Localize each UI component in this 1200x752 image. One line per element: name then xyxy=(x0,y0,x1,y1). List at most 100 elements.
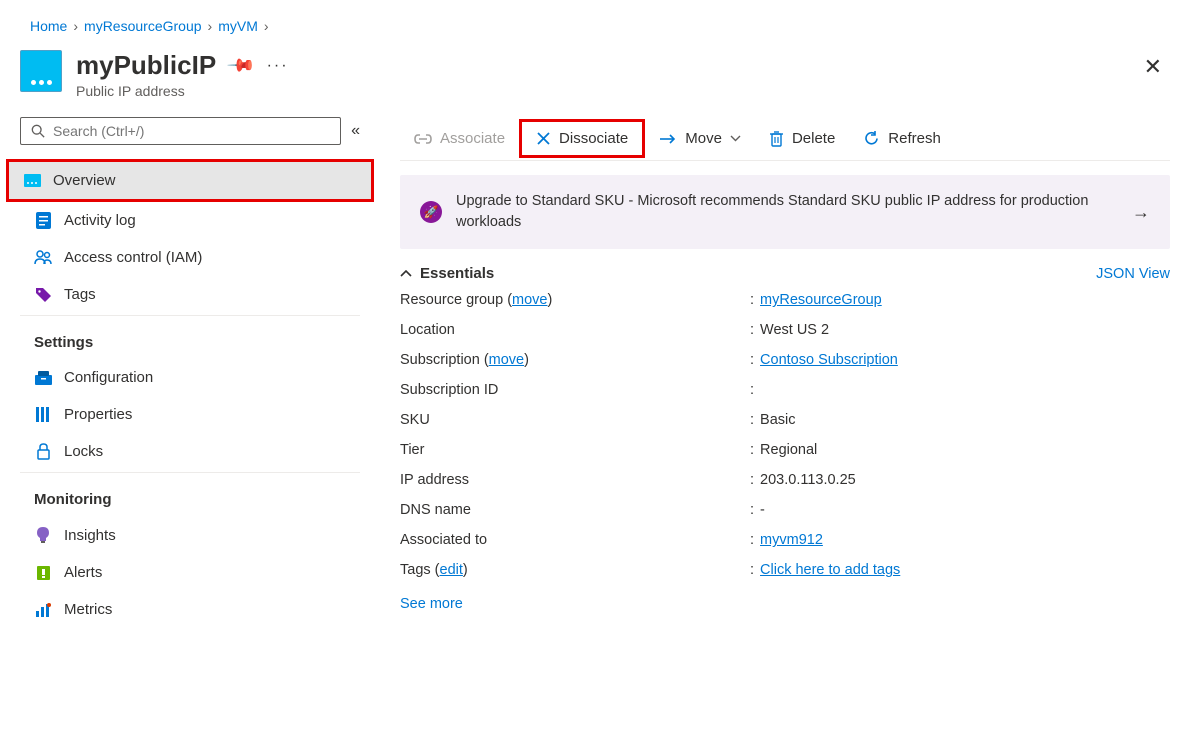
sidebar-item-properties[interactable]: Properties xyxy=(20,396,376,433)
ess-label-tier: Tier xyxy=(400,442,750,458)
toolbar-label: Delete xyxy=(792,130,835,147)
sidebar-item-label: Locks xyxy=(64,443,103,460)
breadcrumb-resource-group[interactable]: myResourceGroup xyxy=(84,18,202,34)
sidebar-item-label: Configuration xyxy=(64,369,153,386)
insights-icon xyxy=(34,526,52,544)
trash-icon xyxy=(769,130,784,147)
upgrade-banner[interactable]: 🚀 Upgrade to Standard SKU - Microsoft re… xyxy=(400,175,1170,249)
search-box[interactable] xyxy=(20,117,341,145)
breadcrumb-home[interactable]: Home xyxy=(30,18,67,34)
ess-value-associated: :myvm912 xyxy=(750,532,1170,548)
sidebar-item-metrics[interactable]: Metrics xyxy=(20,591,376,628)
toolbar-label: Move xyxy=(685,130,722,147)
json-view-link[interactable]: JSON View xyxy=(1096,266,1170,282)
properties-icon xyxy=(34,406,52,423)
overview-icon xyxy=(23,174,41,187)
breadcrumb-vm[interactable]: myVM xyxy=(218,18,258,34)
tag-icon xyxy=(34,287,52,302)
page-header: myPublicIP 📌 ··· Public IP address ✕ xyxy=(0,44,1200,117)
ess-value-location: :West US 2 xyxy=(750,322,1170,338)
associated-link[interactable]: myvm912 xyxy=(760,532,823,548)
move-button[interactable]: Move xyxy=(645,122,755,155)
ess-label-subscription: Subscription (move) xyxy=(400,352,750,368)
ess-value-subscription: :Contoso Subscription xyxy=(750,352,1170,368)
sidebar-item-alerts[interactable]: Alerts xyxy=(20,554,376,591)
breadcrumb: Home › myResourceGroup › myVM › xyxy=(0,0,1200,44)
arrow-right-icon xyxy=(659,133,677,145)
ess-label-sku: SKU xyxy=(400,412,750,428)
essentials-title: Essentials xyxy=(420,265,494,282)
sidebar-item-label: Alerts xyxy=(64,564,102,581)
ess-label-dns: DNS name xyxy=(400,502,750,518)
access-control-icon xyxy=(34,250,52,265)
ess-label-tags: Tags (edit) xyxy=(400,562,750,578)
add-tags-link[interactable]: Click here to add tags xyxy=(760,562,900,578)
essentials-toggle[interactable]: Essentials xyxy=(400,265,494,282)
search-icon xyxy=(31,124,45,138)
edit-tags-link[interactable]: edit xyxy=(440,562,463,578)
page-subtitle: Public IP address xyxy=(76,83,1122,99)
banner-text: Upgrade to Standard SKU - Microsoft reco… xyxy=(456,191,1118,233)
sidebar-item-label: Access control (IAM) xyxy=(64,249,202,266)
public-ip-icon xyxy=(20,50,62,92)
ess-value-resource-group: :myResourceGroup xyxy=(750,292,1170,308)
sidebar-item-access-control[interactable]: Access control (IAM) xyxy=(20,239,376,276)
search-input[interactable] xyxy=(53,123,330,139)
ess-value-ip: :203.0.113.0.25 xyxy=(750,472,1170,488)
sidebar: « Overview Activity log Access control (… xyxy=(0,117,376,632)
see-more-link[interactable]: See more xyxy=(400,596,1170,612)
ess-label-ip: IP address xyxy=(400,472,750,488)
chevron-right-icon: › xyxy=(73,18,78,34)
refresh-button[interactable]: Refresh xyxy=(849,122,955,155)
resource-group-link[interactable]: myResourceGroup xyxy=(760,292,882,308)
ess-label-location: Location xyxy=(400,322,750,338)
ess-value-subscription-id: : xyxy=(750,382,1170,398)
sidebar-item-label: Activity log xyxy=(64,212,136,229)
chevron-right-icon: › xyxy=(264,18,269,34)
ess-label-subscription-id: Subscription ID xyxy=(400,382,750,398)
collapse-icon[interactable]: « xyxy=(351,122,360,140)
ess-value-tags: :Click here to add tags xyxy=(750,562,1170,578)
associate-button: Associate xyxy=(400,122,519,155)
main-content: Associate Dissociate Move xyxy=(376,117,1200,632)
sidebar-item-label: Overview xyxy=(53,172,116,189)
sidebar-item-insights[interactable]: Insights xyxy=(20,516,376,554)
toolbar-label: Associate xyxy=(440,130,505,147)
chevron-up-icon xyxy=(400,270,412,278)
move-link[interactable]: move xyxy=(489,352,524,368)
alerts-icon xyxy=(34,565,52,581)
chevron-right-icon: › xyxy=(208,18,213,34)
dissociate-button[interactable]: Dissociate xyxy=(522,122,642,155)
more-icon[interactable]: ··· xyxy=(267,57,289,75)
pin-icon[interactable]: 📌 xyxy=(226,50,257,81)
metrics-icon xyxy=(34,602,52,618)
toolbar-label: Refresh xyxy=(888,130,941,147)
sidebar-item-label: Properties xyxy=(64,406,132,423)
sidebar-item-configuration[interactable]: Configuration xyxy=(20,359,376,396)
sidebar-item-label: Metrics xyxy=(64,601,112,618)
link-icon xyxy=(414,133,432,145)
move-link[interactable]: move xyxy=(512,292,547,308)
activity-log-icon xyxy=(34,212,52,229)
sidebar-item-activity-log[interactable]: Activity log xyxy=(20,202,376,239)
rocket-icon: 🚀 xyxy=(420,201,442,223)
subscription-link[interactable]: Contoso Subscription xyxy=(760,352,898,368)
lock-icon xyxy=(34,443,52,460)
ess-value-sku: :Basic xyxy=(750,412,1170,428)
sidebar-item-tags[interactable]: Tags xyxy=(20,276,376,313)
ess-label-associated: Associated to xyxy=(400,532,750,548)
refresh-icon xyxy=(863,130,880,147)
arrow-right-icon[interactable]: → xyxy=(1132,202,1150,223)
sidebar-item-overview[interactable]: Overview xyxy=(9,162,371,199)
sidebar-item-label: Tags xyxy=(64,286,96,303)
ess-value-tier: :Regional xyxy=(750,442,1170,458)
chevron-down-icon xyxy=(730,135,741,142)
close-icon[interactable]: ✕ xyxy=(1136,50,1170,84)
essentials-grid: Resource group (move) :myResourceGroup L… xyxy=(400,292,1170,578)
delete-button[interactable]: Delete xyxy=(755,122,849,155)
sidebar-item-label: Insights xyxy=(64,527,116,544)
x-icon xyxy=(536,131,551,146)
configuration-icon xyxy=(34,371,52,385)
sidebar-item-locks[interactable]: Locks xyxy=(20,433,376,470)
sidebar-section-settings: Settings xyxy=(20,315,360,359)
